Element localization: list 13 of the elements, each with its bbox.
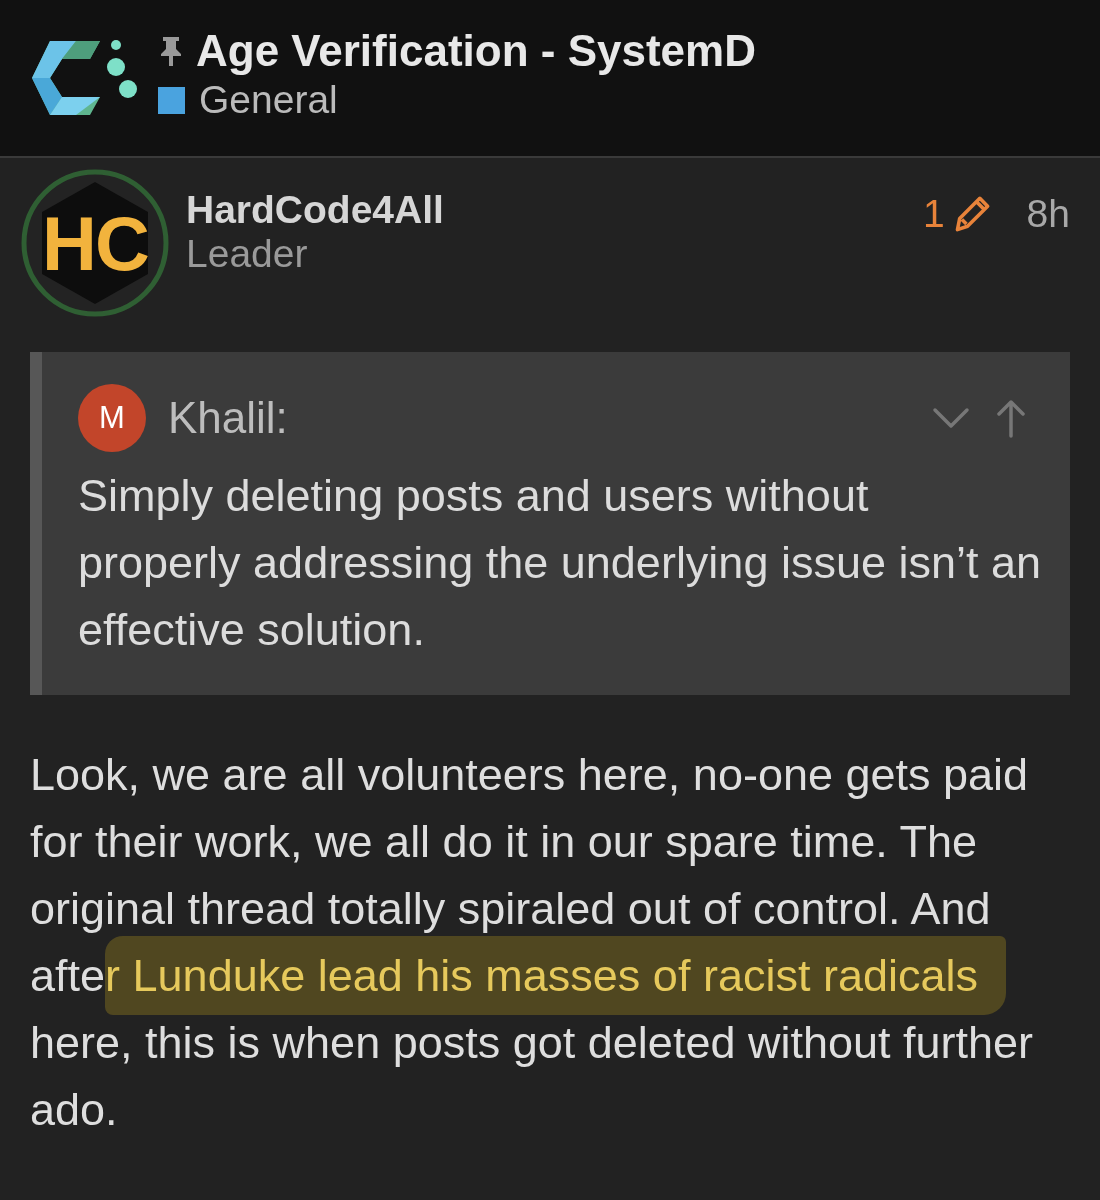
user-avatar[interactable]: HC (20, 168, 170, 318)
quote-text: Simply deleting posts and users without properly addressing the underlying issue isn’t an effective solution. (78, 469, 1042, 657)
post-age-link[interactable]: 8h (1026, 192, 1070, 236)
user-title: Leader (186, 232, 309, 276)
username-link[interactable]: HardCode4All (186, 188, 444, 232)
user-avatar[interactable]: M (78, 384, 146, 452)
expand-chevron-icon[interactable] (932, 406, 970, 430)
edit-history-button[interactable]: 1 (922, 192, 991, 236)
quote-author: Khalil: (168, 393, 288, 443)
topic-title-link[interactable]: Age Verification - SystemD (196, 26, 756, 76)
post-paragraph: Look, we are all volunteers here, no-one gets paid for their work, we all do it in our spare time. The original thread totally spiraled out of control. And after Lunduke lead his masses of racist radicals here, this is when posts got deleted without further ado. (30, 748, 1035, 1137)
category-link[interactable]: General (199, 78, 338, 122)
arrow-up-icon[interactable] (996, 398, 1026, 438)
